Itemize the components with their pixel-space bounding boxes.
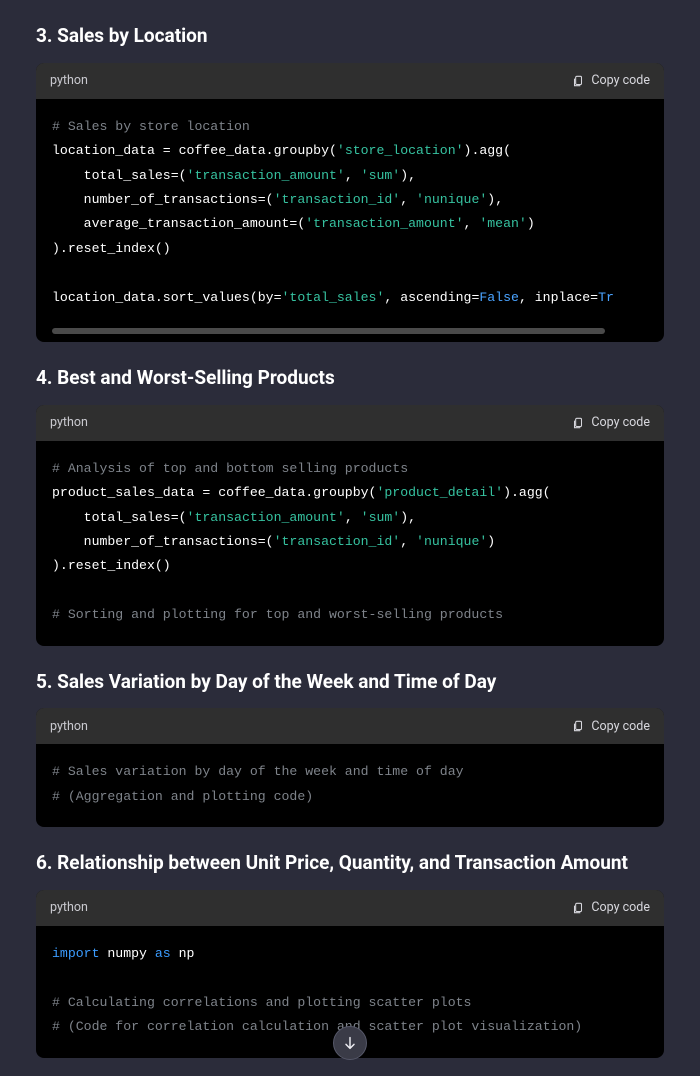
code-block: python Copy code # Sales variation by day … [36, 708, 664, 827]
code-language-label: python [50, 73, 88, 88]
code-block-header: python Copy code [36, 63, 664, 99]
copy-code-label: Copy code [591, 719, 650, 734]
clipboard-icon [571, 901, 585, 915]
code-content[interactable]: # Sales variation by day of the week and… [36, 744, 664, 827]
code-block-header: python Copy code [36, 890, 664, 926]
copy-code-button[interactable]: Copy code [571, 73, 650, 88]
copy-code-button[interactable]: Copy code [571, 415, 650, 430]
horizontal-scrollbar[interactable] [52, 328, 605, 334]
code-language-label: python [50, 415, 88, 430]
code-language-label: python [50, 719, 88, 734]
article-content: 3. Sales by Location python Copy code # Sal… [0, 0, 700, 1058]
copy-code-label: Copy code [591, 900, 650, 915]
copy-code-label: Copy code [591, 415, 650, 430]
clipboard-icon [571, 74, 585, 88]
code-block: python Copy code # Analysis of top and bot… [36, 405, 664, 646]
copy-code-button[interactable]: Copy code [571, 719, 650, 734]
copy-code-button[interactable]: Copy code [571, 900, 650, 915]
code-content[interactable]: # Sales by store location location_data … [36, 99, 664, 328]
code-block-header: python Copy code [36, 405, 664, 441]
clipboard-icon [571, 719, 585, 733]
section-heading: 4. Best and Worst-Selling Products [36, 366, 664, 391]
code-language-label: python [50, 900, 88, 915]
clipboard-icon [571, 416, 585, 430]
copy-code-label: Copy code [591, 73, 650, 88]
section-heading: 5. Sales Variation by Day of the Week an… [36, 670, 664, 695]
section-heading: 6. Relationship between Unit Price, Quan… [36, 851, 664, 876]
scroll-down-button[interactable] [333, 1026, 367, 1060]
code-content[interactable]: # Analysis of top and bottom selling pro… [36, 441, 664, 646]
code-block-header: python Copy code [36, 708, 664, 744]
arrow-down-icon [342, 1035, 358, 1051]
section-heading: 3. Sales by Location [36, 24, 664, 49]
code-block: python Copy code # Sales by store location… [36, 63, 664, 342]
